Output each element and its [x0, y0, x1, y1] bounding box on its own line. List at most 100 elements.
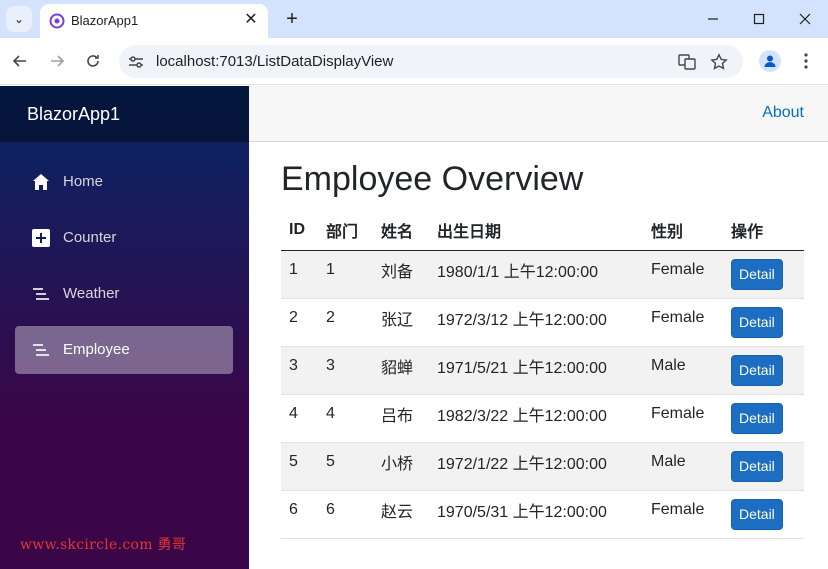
- sidebar-item-employee[interactable]: Employee: [15, 326, 233, 374]
- cell-gender-text: Female: [651, 501, 705, 518]
- list-icon: [33, 288, 49, 300]
- cell-birth-text: 1982/3/22 上午12:00:00: [437, 408, 607, 425]
- cell-dept: 5: [318, 442, 373, 491]
- url-text[interactable]: localhost:7013/ListDataDisplayView: [156, 53, 393, 70]
- brand-link[interactable]: BlazorApp1: [27, 104, 120, 125]
- home-icon: [33, 174, 49, 190]
- about-link[interactable]: About: [762, 104, 804, 122]
- cell-id-text: 4: [289, 405, 298, 422]
- sidebar-item-counter[interactable]: Counter: [15, 214, 233, 262]
- kebab-menu-icon: [804, 53, 808, 69]
- detail-button[interactable]: Detail: [731, 498, 783, 530]
- cell-id-text: 3: [289, 357, 298, 374]
- cell-action: Detail: [723, 346, 804, 395]
- cell-name: 赵云: [373, 490, 429, 539]
- cell-birth-text: 1970/5/31 上午12:00:00: [437, 504, 607, 521]
- new-tab-button[interactable]: +: [281, 8, 303, 30]
- star-icon: [710, 53, 728, 70]
- sidebar-item-label: Employee: [63, 341, 130, 358]
- column-header-dept: 部门: [318, 210, 373, 251]
- back-button[interactable]: [8, 49, 32, 73]
- cell-gender: Male: [643, 346, 723, 395]
- cell-birth: 1980/1/1 上午12:00:00: [429, 250, 643, 299]
- sidebar: BlazorApp1 Home Counter Weather Employee: [0, 86, 249, 569]
- cell-gender: Female: [643, 250, 723, 299]
- blazor-favicon-icon: [49, 13, 65, 29]
- cell-birth-text: 1972/1/22 上午12:00:00: [437, 456, 607, 473]
- detail-button[interactable]: Detail: [731, 306, 783, 338]
- cell-name-text: 小桥: [381, 456, 414, 473]
- cell-gender-text: Female: [651, 405, 705, 422]
- tab-search-button[interactable]: ⌄: [6, 6, 32, 32]
- cell-birth-text: 1971/5/21 上午12:00:00: [437, 360, 607, 377]
- cell-action: Detail: [723, 298, 804, 347]
- cell-name-text: 赵云: [381, 504, 414, 521]
- cell-name-text: 吕布: [381, 408, 414, 425]
- forward-button[interactable]: [45, 49, 69, 73]
- reload-button[interactable]: [81, 49, 105, 73]
- cell-dept: 4: [318, 394, 373, 443]
- window-minimize-button[interactable]: [700, 6, 726, 32]
- cell-gender-text: Female: [651, 309, 705, 326]
- browser-menu-button[interactable]: [796, 49, 816, 73]
- cell-birth: 1970/5/31 上午12:00:00: [429, 490, 643, 539]
- list-icon: [33, 344, 49, 356]
- cell-name-text: 张辽: [381, 312, 414, 329]
- translate-icon[interactable]: [677, 52, 697, 72]
- cell-birth: 1971/5/21 上午12:00:00: [429, 346, 643, 395]
- cell-dept: 2: [318, 298, 373, 347]
- table-row: 6 6 赵云 1970/5/31 上午12:00:00 Female Detai…: [281, 490, 804, 539]
- column-header-action: 操作: [723, 210, 804, 251]
- cell-id: 3: [281, 346, 318, 395]
- cell-gender-text: Female: [651, 261, 705, 278]
- browser-tab[interactable]: BlazorApp1 ✕: [40, 4, 268, 38]
- table-row: 5 5 小桥 1972/1/22 上午12:00:00 Male Detail: [281, 442, 804, 491]
- address-bar[interactable]: localhost:7013/ListDataDisplayView: [119, 45, 743, 78]
- cell-id-text: 1: [289, 261, 298, 278]
- sidebar-item-label: Home: [63, 173, 104, 190]
- bookmark-star-icon[interactable]: [709, 52, 729, 72]
- cell-id-text: 5: [289, 453, 298, 470]
- cell-gender: Female: [643, 394, 723, 443]
- cell-name-text: 貂蝉: [381, 360, 414, 377]
- column-header-name: 姓名: [373, 210, 429, 251]
- profile-avatar[interactable]: [759, 50, 781, 72]
- cell-action: Detail: [723, 250, 804, 299]
- cell-gender: Female: [643, 298, 723, 347]
- person-icon: [764, 55, 776, 67]
- table-row: 3 3 貂蝉 1971/5/21 上午12:00:00 Male Detail: [281, 346, 804, 395]
- sidebar-item-label: Counter: [63, 229, 117, 246]
- cell-id-text: 2: [289, 309, 298, 326]
- tab-close-icon[interactable]: ✕: [242, 11, 260, 29]
- sidebar-item-weather[interactable]: Weather: [15, 270, 233, 318]
- site-info-icon[interactable]: [127, 53, 145, 71]
- page-title: Employee Overview: [281, 160, 584, 198]
- cell-dept: 1: [318, 250, 373, 299]
- cell-gender-text: Male: [651, 453, 686, 470]
- cell-action: Detail: [723, 394, 804, 443]
- detail-button[interactable]: Detail: [731, 354, 783, 386]
- sidebar-item-home[interactable]: Home: [15, 158, 233, 206]
- cell-name: 貂蝉: [373, 346, 429, 395]
- window-close-button[interactable]: [792, 6, 818, 32]
- watermark-text: www.skcircle.com 勇哥: [20, 537, 187, 553]
- cell-id: 6: [281, 490, 318, 539]
- cell-birth-text: 1972/3/12 上午12:00:00: [437, 312, 607, 329]
- cell-gender: Female: [643, 490, 723, 539]
- cell-action: Detail: [723, 442, 804, 491]
- detail-button[interactable]: Detail: [731, 258, 783, 290]
- top-row: About: [249, 86, 828, 142]
- cell-gender: Male: [643, 442, 723, 491]
- cell-action: Detail: [723, 490, 804, 539]
- forward-arrow-icon: [51, 55, 65, 67]
- cell-dept-text: 1: [326, 261, 335, 278]
- window-maximize-button[interactable]: [746, 6, 772, 32]
- table-row: 1 1 刘备 1980/1/1 上午12:00:00 Female Detail: [281, 250, 804, 299]
- cell-name: 张辽: [373, 298, 429, 347]
- detail-button[interactable]: Detail: [731, 402, 783, 434]
- detail-button[interactable]: Detail: [731, 450, 783, 482]
- cell-id: 4: [281, 394, 318, 443]
- cell-dept: 6: [318, 490, 373, 539]
- cell-birth: 1982/3/22 上午12:00:00: [429, 394, 643, 443]
- cell-id: 5: [281, 442, 318, 491]
